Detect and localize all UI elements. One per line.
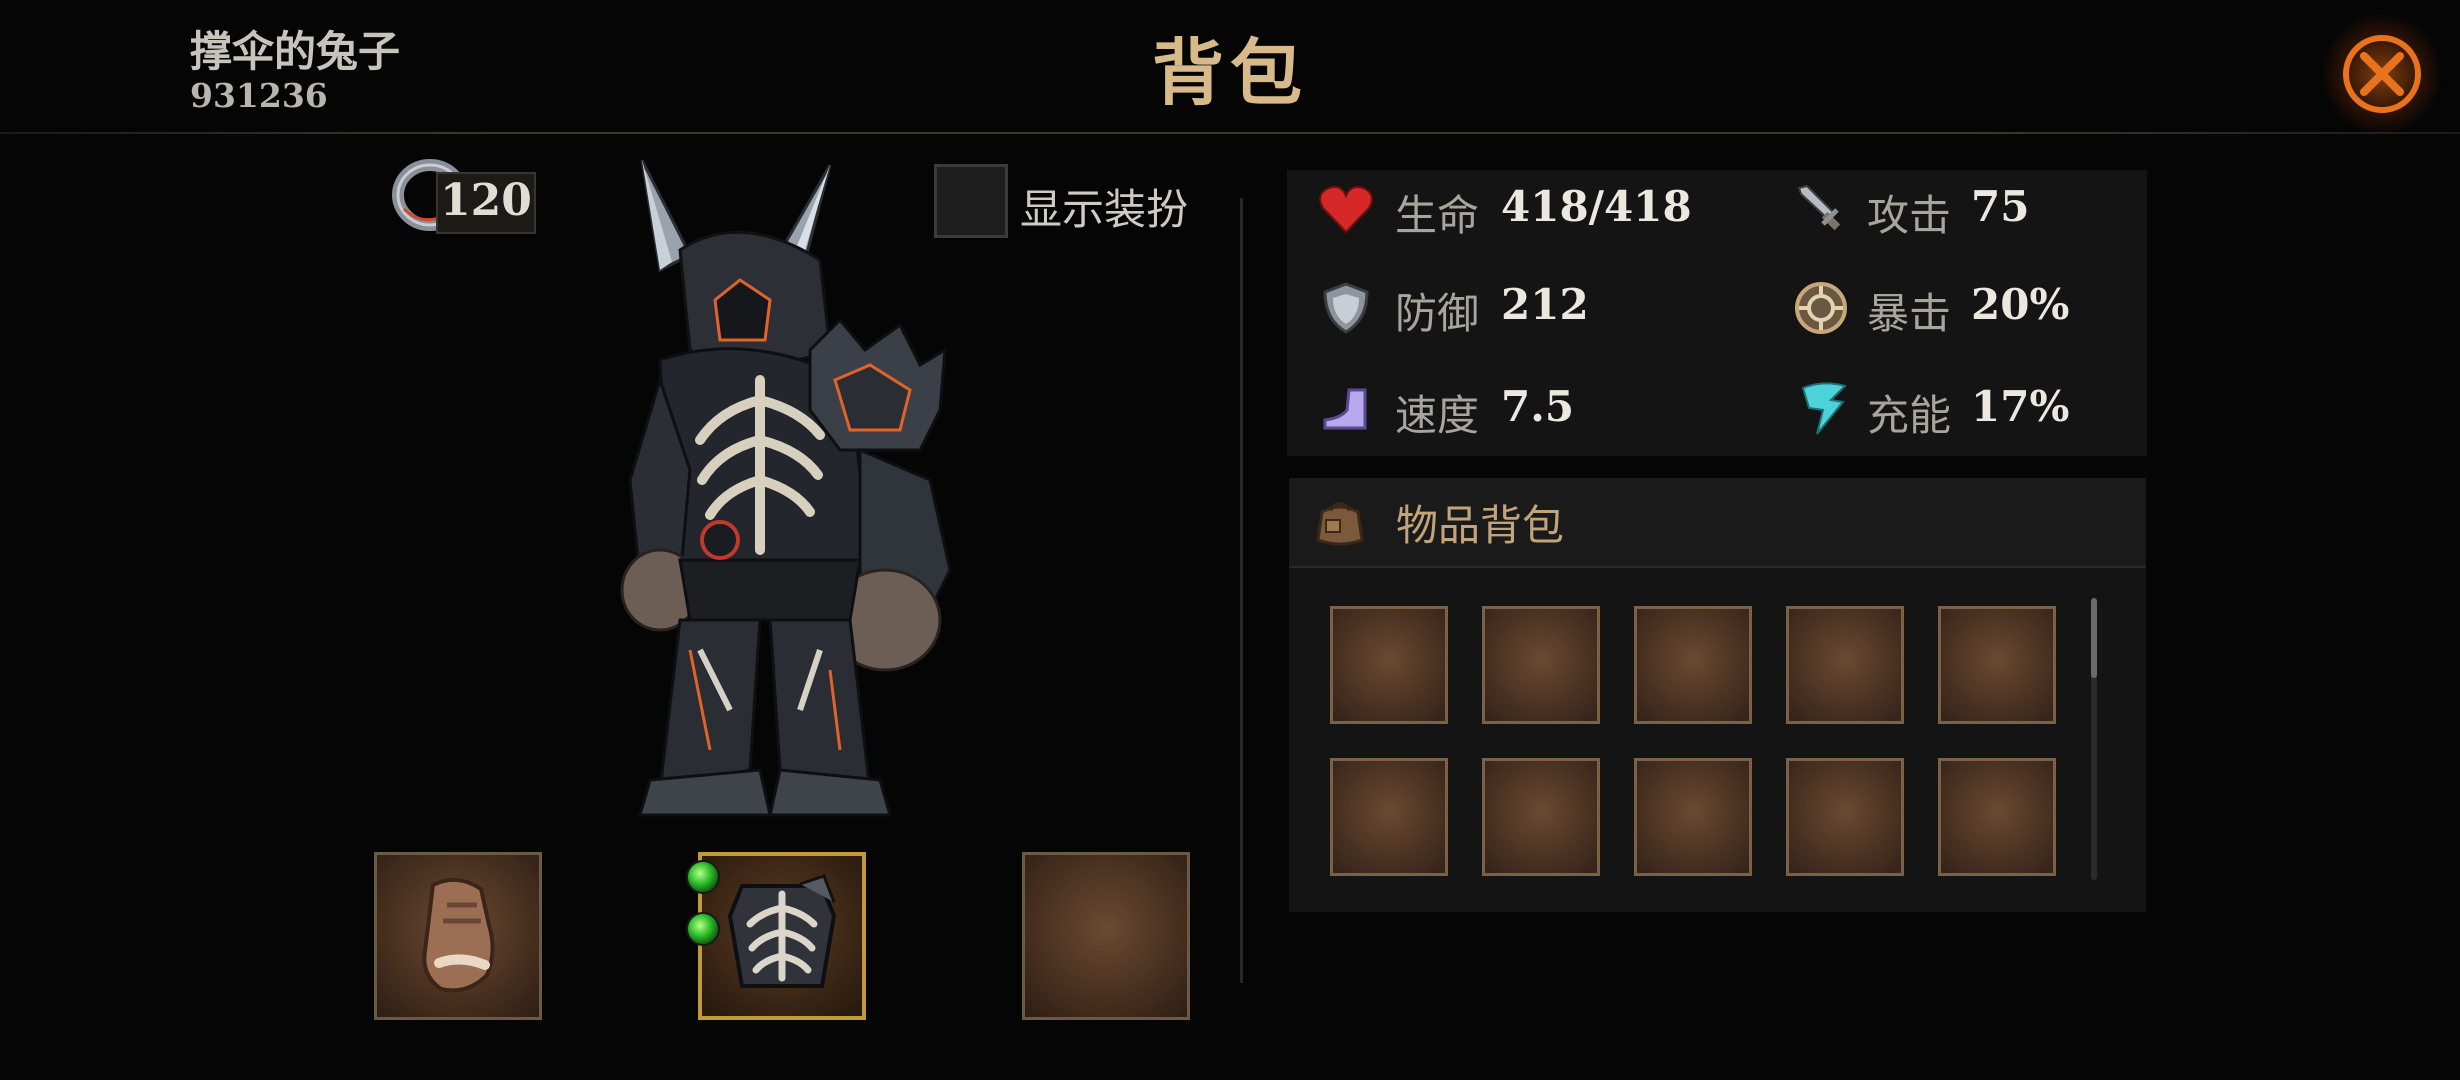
- character-model[interactable]: [620, 150, 980, 820]
- boot-icon: [1323, 388, 1367, 430]
- shield-icon: [1323, 282, 1369, 334]
- player-name: 撑伞的兔子: [190, 27, 401, 76]
- crit-value: 20%: [1971, 280, 2070, 329]
- page-title: 背包: [1151, 30, 1308, 115]
- socket-gem-icon: [686, 860, 720, 894]
- ring-count: 120: [440, 175, 532, 226]
- charge-icon: [1801, 382, 1847, 435]
- sword-icon: [1797, 184, 1841, 231]
- attack-value: 75: [1971, 182, 2030, 231]
- inventory-slot[interactable]: [1330, 758, 1448, 876]
- inventory-title: 物品背包: [1396, 501, 1565, 550]
- equip-slot-gloves[interactable]: [374, 852, 542, 1020]
- inventory-slot[interactable]: [1330, 606, 1448, 724]
- charge-value: 17%: [1971, 382, 2070, 431]
- header-divider: [0, 132, 2460, 134]
- inventory-slot[interactable]: [1634, 758, 1752, 876]
- equip-slot-empty[interactable]: [1022, 852, 1190, 1020]
- inventory-scroll-thumb[interactable]: [2091, 598, 2097, 678]
- hp-value: 418/418: [1501, 182, 1692, 231]
- close-button[interactable]: [2322, 14, 2442, 134]
- heart-icon: [1319, 186, 1373, 234]
- inventory-slot[interactable]: [1786, 758, 1904, 876]
- speed-value: 7.5: [1501, 382, 1575, 431]
- charge-label: 充能: [1867, 391, 1952, 440]
- inventory-slot[interactable]: [1482, 758, 1600, 876]
- crit-label: 暴击: [1867, 289, 1952, 338]
- show-outfit-label[interactable]: 显示装扮: [1020, 176, 1188, 237]
- player-id: 931236: [190, 76, 328, 115]
- close-icon: [2343, 35, 2421, 113]
- defense-value: 212: [1501, 280, 1589, 329]
- attack-label: 攻击: [1867, 191, 1952, 240]
- bag-icon: [1316, 502, 1364, 546]
- socket-gem-icon: [686, 912, 720, 946]
- inventory-slot[interactable]: [1938, 758, 2056, 876]
- hp-label: 生命: [1395, 191, 1480, 240]
- stats-panel: 生命 418/418 攻击 75 防御 212 暴击 20% 速度 7.5 充能…: [1287, 170, 2147, 456]
- inventory-slot[interactable]: [1634, 606, 1752, 724]
- inventory-slot[interactable]: [1938, 606, 2056, 724]
- inventory-slot[interactable]: [1482, 606, 1600, 724]
- crit-icon: [1795, 282, 1847, 334]
- equip-slot-armor[interactable]: [686, 852, 866, 1020]
- inventory-slot[interactable]: [1786, 606, 1904, 724]
- defense-label: 防御: [1395, 289, 1480, 338]
- gloves-icon: [422, 877, 495, 993]
- panel-divider: [1240, 198, 1243, 983]
- chest-armor-icon: [727, 874, 837, 988]
- speed-label: 速度: [1395, 391, 1480, 440]
